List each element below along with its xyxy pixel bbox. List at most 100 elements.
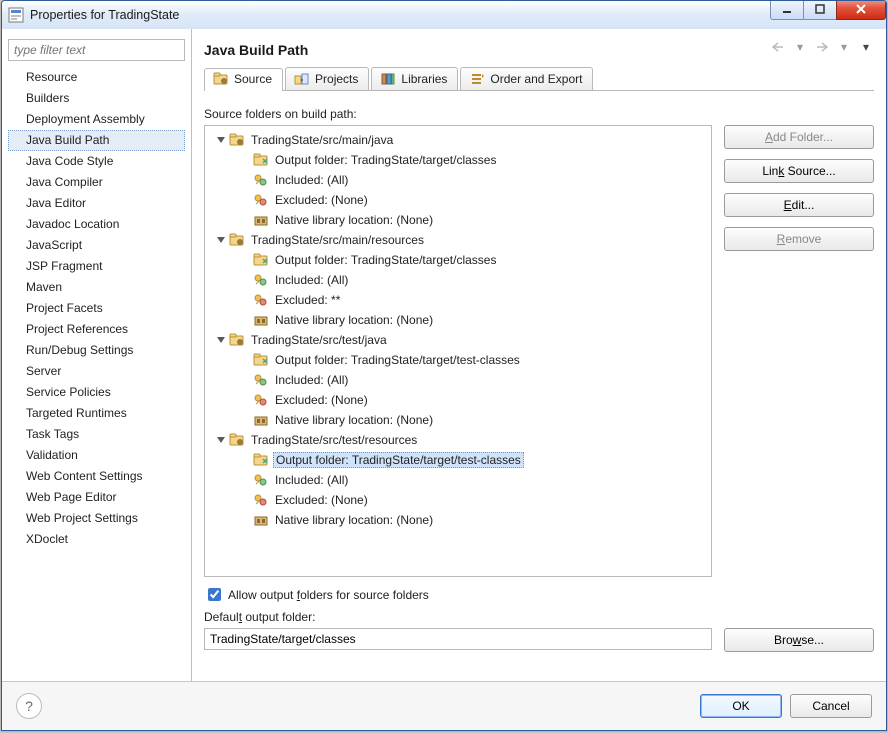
native-icon [253,312,269,328]
window-buttons [771,0,886,20]
forward-menu-icon[interactable]: ▾ [836,39,852,55]
source-native[interactable]: Native library location: (None) [207,410,709,430]
category-deployment-assembly[interactable]: Deployment Assembly [8,109,185,130]
source-excluded[interactable]: Excluded: (None) [207,390,709,410]
excluded-icon [253,292,269,308]
browse-button[interactable]: Browse... [724,628,874,652]
source-tab-body: Source folders on build path: TradingSta… [204,101,874,674]
allow-output-label[interactable]: Allow output folders for source folders [228,588,429,602]
source-native[interactable]: Native library location: (None) [207,210,709,230]
included-icon [253,272,269,288]
category-run-debug-settings[interactable]: Run/Debug Settings [8,340,185,361]
category-project-facets[interactable]: Project Facets [8,298,185,319]
view-menu-icon[interactable]: ▾ [858,39,874,55]
category-service-policies[interactable]: Service Policies [8,382,185,403]
source-included[interactable]: Included: (All) [207,470,709,490]
source-native[interactable]: Native library location: (None) [207,310,709,330]
category-project-references[interactable]: Project References [8,319,185,340]
expand-toggle-icon[interactable] [215,334,227,346]
edit-button[interactable]: Edit... [724,193,874,217]
maximize-button[interactable] [803,0,837,20]
included-icon [253,372,269,388]
category-task-tags[interactable]: Task Tags [8,424,185,445]
category-pane: ResourceBuildersDeployment AssemblyJava … [2,29,192,682]
source-excluded[interactable]: Excluded: ** [207,290,709,310]
tab-icon [469,72,485,86]
source-excluded[interactable]: Excluded: (None) [207,490,709,510]
add-folder-button[interactable]: Add Folder... [724,125,874,149]
allow-output-row: Allow output folders for source folders [204,585,874,604]
back-menu-icon[interactable]: ▾ [792,39,808,55]
category-javascript[interactable]: JavaScript [8,235,185,256]
source-folder[interactable]: TradingState/src/main/java [207,130,709,150]
expand-toggle-icon[interactable] [215,434,227,446]
source-native[interactable]: Native library location: (None) [207,510,709,530]
source-included[interactable]: Included: (All) [207,370,709,390]
close-button[interactable] [836,0,886,20]
native-icon [253,512,269,528]
link-source-button[interactable]: Link Source... [724,159,874,183]
source-output[interactable]: Output folder: TradingState/target/class… [207,250,709,270]
right-pane: Java Build Path ▾ ▾ ▾ SourceProjectsLibr… [192,29,886,682]
default-output-label: Default output folder: [204,610,874,624]
category-jsp-fragment[interactable]: JSP Fragment [8,256,185,277]
source-excluded[interactable]: Excluded: (None) [207,190,709,210]
native-icon [253,212,269,228]
source-output[interactable]: Output folder: TradingState/target/test-… [207,350,709,370]
tab-order-and-export[interactable]: Order and Export [460,67,593,90]
output-icon [253,152,269,168]
package-folder-icon [229,132,245,148]
excluded-icon [253,192,269,208]
default-output-input[interactable] [204,628,712,650]
cancel-button[interactable]: Cancel [790,694,872,718]
tab-icon [294,72,310,86]
source-included[interactable]: Included: (All) [207,170,709,190]
tab-icon [213,72,229,86]
category-targeted-runtimes[interactable]: Targeted Runtimes [8,403,185,424]
source-folder-tree[interactable]: TradingState/src/main/javaOutput folder:… [204,125,712,577]
category-java-compiler[interactable]: Java Compiler [8,172,185,193]
category-resource[interactable]: Resource [8,67,185,88]
output-icon [253,452,269,468]
tab-projects[interactable]: Projects [285,67,369,90]
source-output[interactable]: Output folder: TradingState/target/class… [207,150,709,170]
package-folder-icon [229,332,245,348]
allow-output-checkbox[interactable] [208,588,221,601]
help-button[interactable]: ? [16,693,42,719]
expand-toggle-icon[interactable] [215,234,227,246]
source-output[interactable]: Output folder: TradingState/target/test-… [207,450,709,470]
category-server[interactable]: Server [8,361,185,382]
tab-libraries[interactable]: Libraries [371,67,458,90]
ok-button[interactable]: OK [700,694,782,718]
source-included[interactable]: Included: (All) [207,270,709,290]
category-java-code-style[interactable]: Java Code Style [8,151,185,172]
remove-button[interactable]: Remove [724,227,874,251]
side-buttons: Add Folder... Link Source... Edit... Rem… [724,125,874,577]
source-folder[interactable]: TradingState/src/main/resources [207,230,709,250]
forward-icon[interactable] [814,39,830,55]
category-web-page-editor[interactable]: Web Page Editor [8,487,185,508]
category-web-project-settings[interactable]: Web Project Settings [8,508,185,529]
dialog-content: ResourceBuildersDeployment AssemblyJava … [2,29,886,682]
expand-toggle-icon[interactable] [215,134,227,146]
category-builders[interactable]: Builders [8,88,185,109]
app-icon [8,7,24,23]
source-folders-label: Source folders on build path: [204,107,874,121]
source-folder[interactable]: TradingState/src/test/java [207,330,709,350]
category-maven[interactable]: Maven [8,277,185,298]
minimize-button[interactable] [770,0,804,20]
header-nav: ▾ ▾ ▾ [770,39,874,55]
properties-dialog: Properties for TradingState ResourceBuil… [1,0,887,731]
filter-input[interactable] [8,39,185,61]
excluded-icon [253,492,269,508]
category-java-build-path[interactable]: Java Build Path [8,130,185,151]
category-validation[interactable]: Validation [8,445,185,466]
back-icon[interactable] [770,39,786,55]
category-xdoclet[interactable]: XDoclet [8,529,185,550]
output-icon [253,352,269,368]
tab-source[interactable]: Source [204,68,283,91]
category-javadoc-location[interactable]: Javadoc Location [8,214,185,235]
category-java-editor[interactable]: Java Editor [8,193,185,214]
source-folder[interactable]: TradingState/src/test/resources [207,430,709,450]
category-web-content-settings[interactable]: Web Content Settings [8,466,185,487]
